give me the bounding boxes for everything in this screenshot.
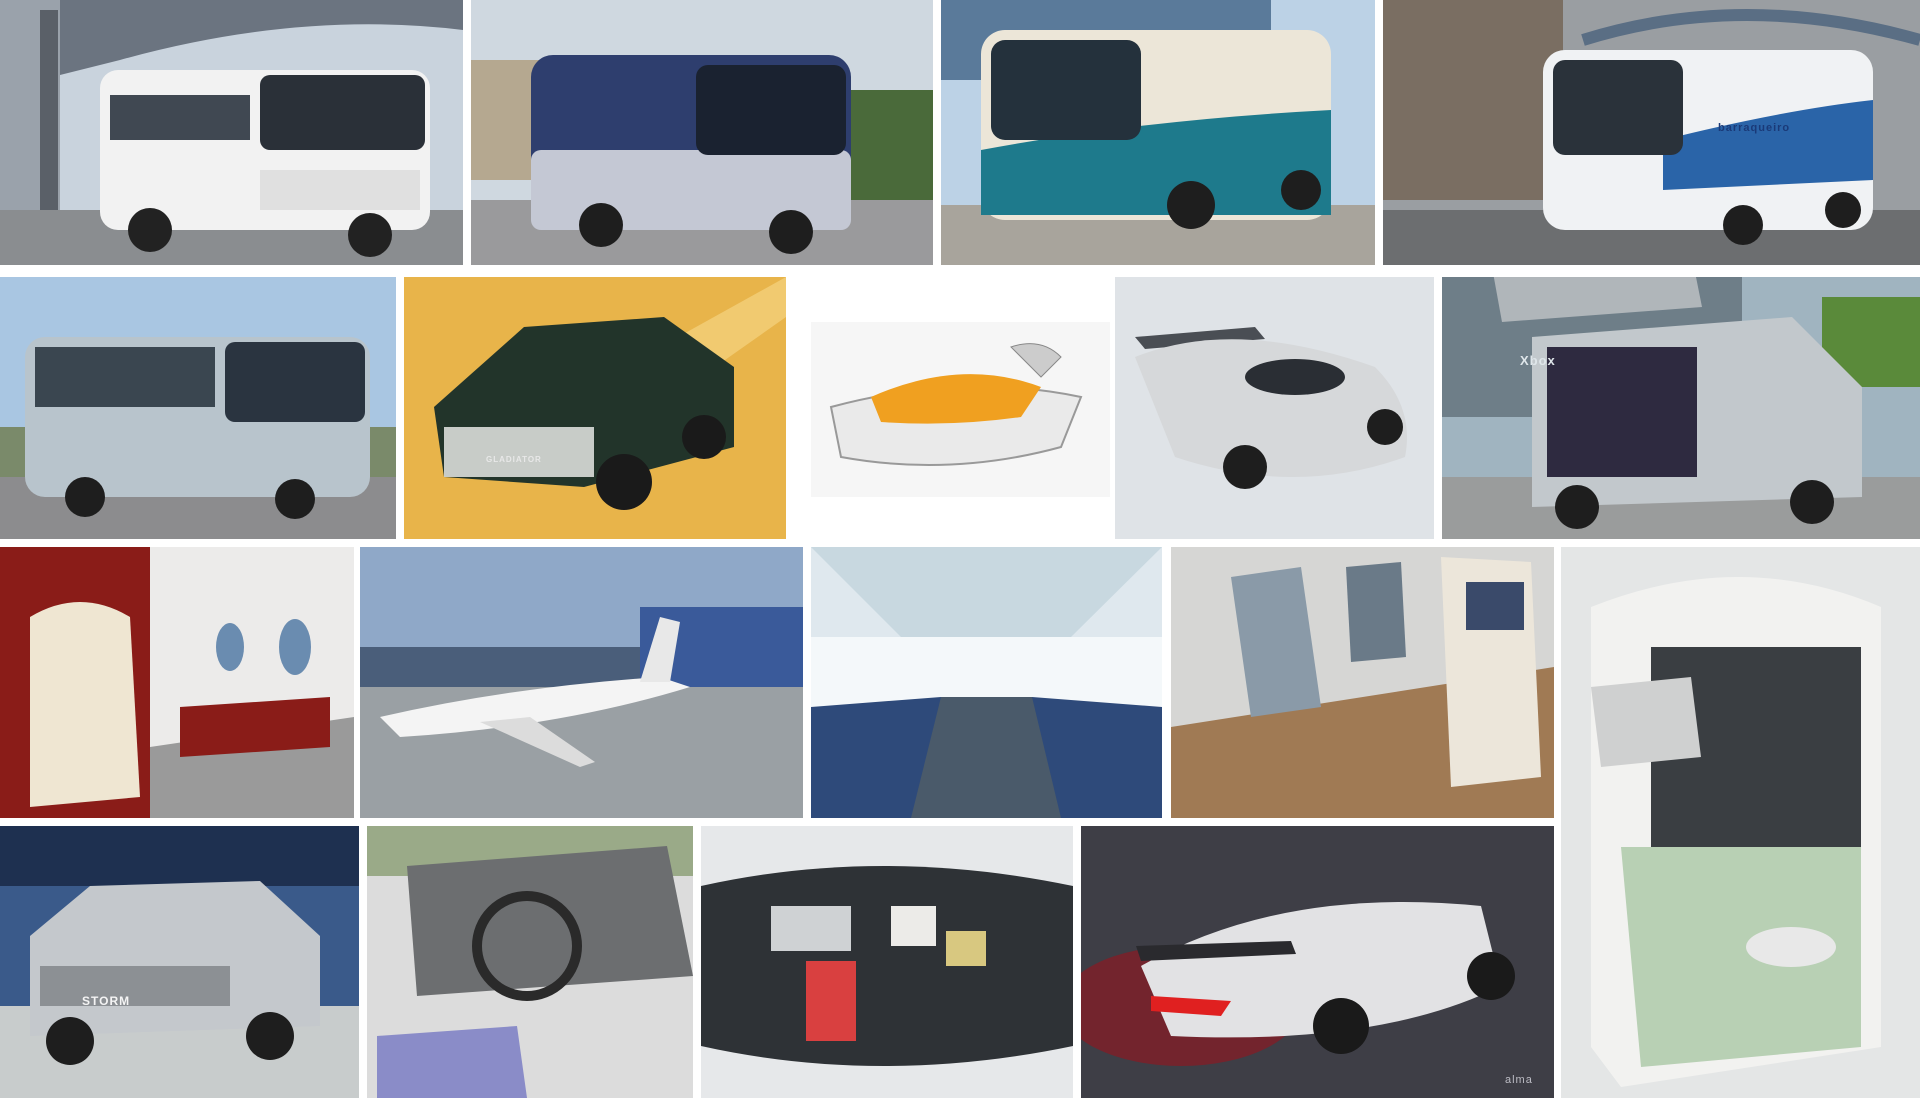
livery-label: barraqueiro (1718, 122, 1791, 134)
tile-bus-toilet-module[interactable] (1561, 547, 1920, 1098)
tile-jet-ski-sketch[interactable] (811, 277, 1110, 539)
tile-silver-midibus[interactable] (0, 277, 396, 539)
tile-blue-coach-bus[interactable] (471, 0, 933, 265)
sports-prototype-image (1115, 277, 1434, 539)
tile-white-blue-coach-bus[interactable]: barraqueiro (1383, 0, 1920, 265)
tile-bus-interior[interactable] (811, 547, 1162, 818)
bus-toilet-module-image (1561, 547, 1920, 1098)
tile-business-jet[interactable] (360, 547, 803, 818)
tile-xbox-minivan[interactable]: Xbox (1442, 277, 1920, 539)
pickup-model-label: GLADIATOR (486, 455, 542, 464)
tile-dashboard-panel[interactable] (701, 826, 1073, 1098)
pickup-storm-badge: STORM (82, 994, 131, 1008)
concept-supercar-image (1081, 826, 1554, 1098)
teal-coach-bus-image (941, 0, 1375, 265)
jet-interior-image (0, 547, 354, 818)
silver-pickup-image (0, 826, 359, 1098)
white-coach-bus-image (0, 0, 463, 265)
tile-sports-prototype[interactable] (1115, 277, 1434, 539)
driver-cockpit-image (367, 826, 693, 1098)
tile-driver-cockpit[interactable] (367, 826, 693, 1098)
lounge-seats-image (1171, 547, 1554, 818)
silver-midibus-image (0, 277, 396, 539)
watermark-label: alma (1505, 1074, 1533, 1086)
tile-white-coach-bus[interactable] (0, 0, 463, 265)
tile-teal-coach-bus[interactable] (941, 0, 1375, 265)
white-blue-coach-bus-image (1383, 0, 1920, 265)
green-pickup-image (404, 277, 786, 539)
business-jet-image (360, 547, 803, 818)
bus-interior-image (811, 547, 1162, 818)
tile-green-pickup[interactable]: GLADIATOR (404, 277, 786, 539)
tile-jet-interior[interactable] (0, 547, 354, 818)
xbox-minivan-image (1442, 277, 1920, 539)
dashboard-panel-image (701, 826, 1073, 1098)
tile-lounge-seats[interactable] (1171, 547, 1554, 818)
xbox-sign-label: Xbox (1520, 353, 1556, 368)
tile-concept-supercar[interactable]: alma (1081, 826, 1554, 1098)
jet-ski-sketch-image (811, 277, 1110, 539)
tile-silver-pickup[interactable]: STORM (0, 826, 359, 1098)
blue-coach-bus-image (471, 0, 933, 265)
